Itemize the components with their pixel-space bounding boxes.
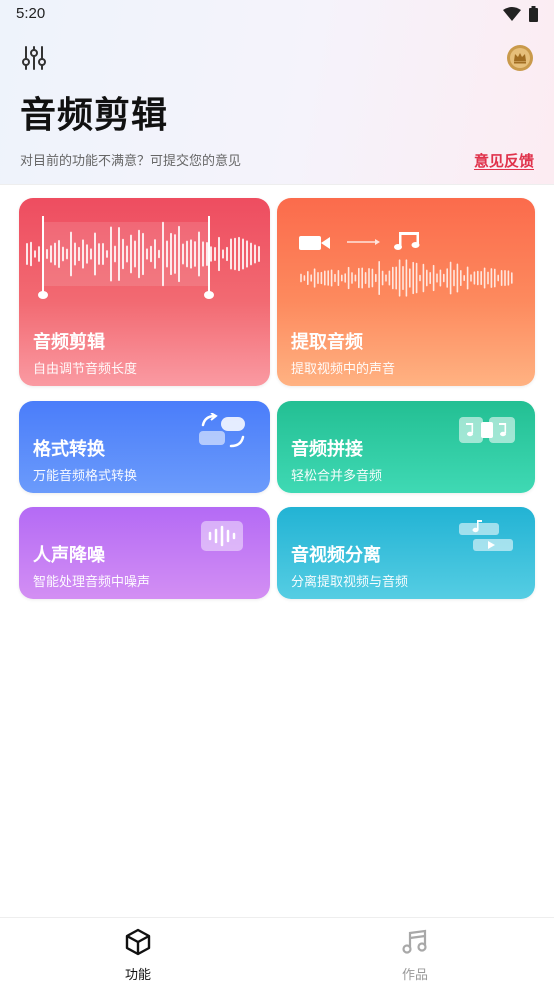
card-subtitle: 提取视频中的声音: [291, 362, 396, 377]
voice-wave-icon: [201, 521, 243, 551]
wifi-icon: [503, 7, 521, 21]
header-divider: [0, 184, 554, 185]
status-bar: 5:20: [0, 0, 554, 30]
waveform-trim-icon: [26, 216, 260, 299]
card-title: 格式转换: [33, 439, 105, 460]
feedback-link[interactable]: 意见反馈: [474, 150, 534, 171]
card-title: 提取音频: [291, 332, 363, 353]
card-title: 音视频分离: [291, 545, 381, 566]
video-to-music-icon: [299, 232, 513, 297]
separate-icon: [459, 520, 513, 551]
card-audio-splice[interactable]: 音频拼接 轻松合并多音频: [277, 401, 535, 493]
cube-icon: [125, 928, 151, 956]
status-icons: [503, 6, 538, 22]
bottom-nav: 功能 作品: [0, 917, 554, 986]
feedback-prompt: 对目前的功能不满意？可提交您的意见: [20, 154, 242, 169]
card-subtitle: 轻松合并多音频: [291, 469, 383, 484]
vip-crown-icon[interactable]: [506, 44, 534, 72]
nav-label: 作品: [401, 968, 428, 983]
battery-icon: [529, 6, 538, 22]
nav-label: 功能: [124, 968, 151, 983]
card-audio-edit[interactable]: 音频剪辑 自由调节音频长度: [19, 198, 270, 386]
card-title: 人声降噪: [33, 545, 105, 566]
music-note-icon: [402, 929, 427, 954]
card-subtitle: 自由调节音频长度: [33, 362, 138, 377]
convert-icon: [199, 413, 245, 448]
page-title: 音频剪辑: [20, 95, 169, 136]
card-format-convert[interactable]: 格式转换 万能音频格式转换: [19, 401, 270, 493]
nav-item-works[interactable]: 作品: [355, 928, 475, 983]
card-title: 音频拼接: [291, 439, 363, 460]
card-noise-reduction[interactable]: 人声降噪 智能处理音频中噪声: [19, 507, 270, 599]
card-title: 音频剪辑: [33, 332, 105, 353]
nav-item-functions[interactable]: 功能: [78, 928, 198, 983]
filter-settings-icon[interactable]: [20, 44, 48, 72]
card-subtitle: 智能处理音频中噪声: [33, 575, 151, 590]
merge-icon: [459, 417, 515, 443]
card-extract-audio[interactable]: 提取音频 提取视频中的声音: [277, 198, 535, 386]
card-av-separate[interactable]: 音视频分离 分离提取视频与音频: [277, 507, 535, 599]
card-subtitle: 分离提取视频与音频: [291, 575, 409, 590]
status-time: 5:20: [16, 5, 46, 22]
card-subtitle: 万能音频格式转换: [33, 469, 138, 484]
